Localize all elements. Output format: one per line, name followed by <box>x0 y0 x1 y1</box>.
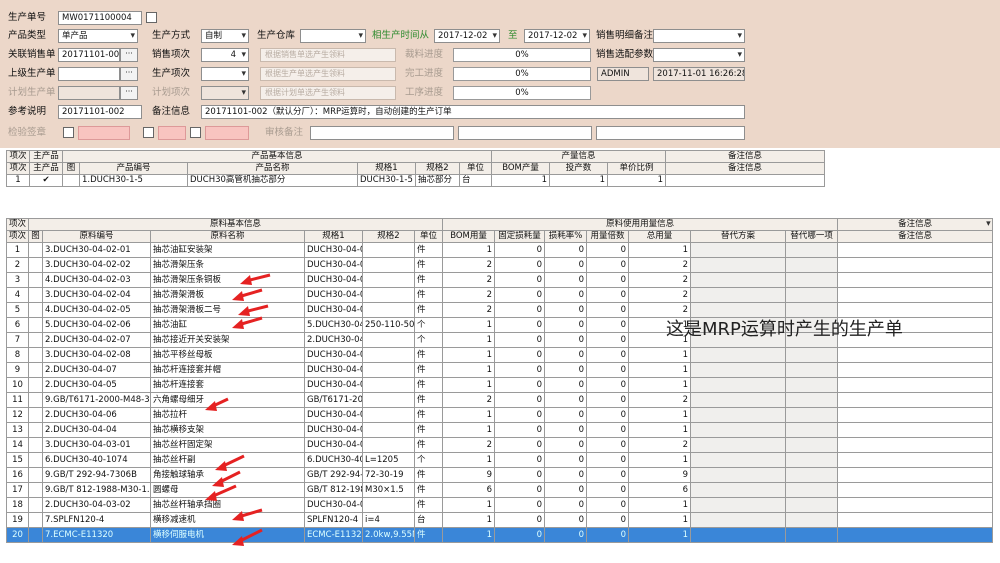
red-arrow-head <box>212 477 224 487</box>
red-arrow-head <box>215 461 227 471</box>
red-arrow-head <box>205 401 217 411</box>
red-arrow-head <box>232 319 244 329</box>
red-arrow-head <box>240 275 252 285</box>
red-arrow-head <box>238 306 250 316</box>
red-arrow-head <box>232 291 244 301</box>
red-arrow-head <box>232 536 244 546</box>
red-arrow-head <box>205 491 217 501</box>
annotation-arrows <box>205 273 271 546</box>
red-arrow-head <box>232 511 244 521</box>
